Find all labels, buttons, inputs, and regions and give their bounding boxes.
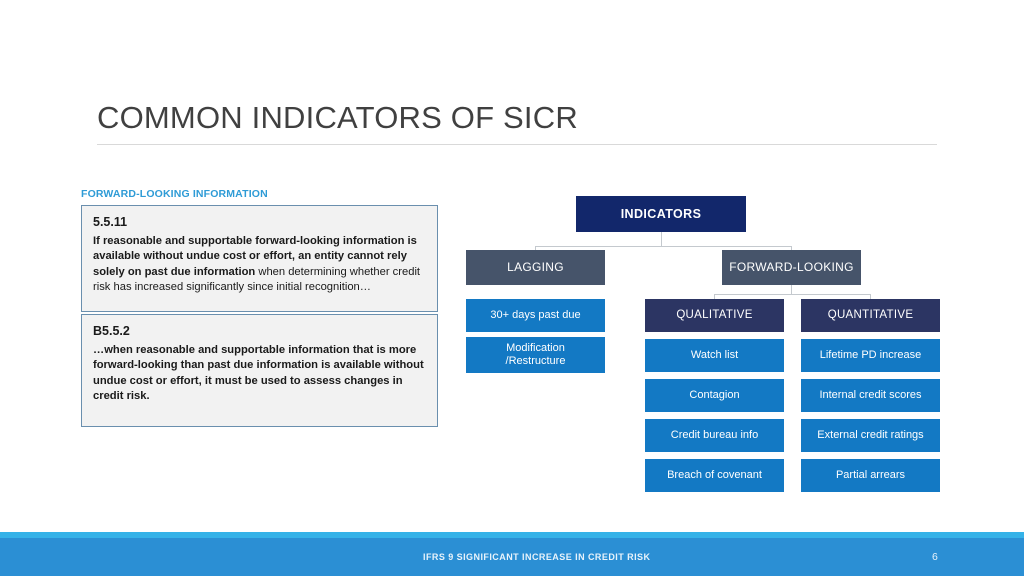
node-label: Watch list	[690, 349, 739, 362]
connector-root-down	[661, 232, 662, 246]
leaf-quantitative-2[interactable]: Internal credit scores	[801, 379, 940, 412]
node-label: QUANTITATIVE	[827, 308, 914, 321]
leaf-lagging-2[interactable]: Modification /Restructure	[466, 337, 605, 373]
node-lagging[interactable]: LAGGING	[466, 250, 605, 285]
quote-box-b5-5-2: B5.5.2 …when reasonable and supportable …	[81, 314, 438, 427]
leaf-qualitative-2[interactable]: Contagion	[645, 379, 784, 412]
quote-text-bold: …when reasonable and supportable informa…	[93, 344, 424, 403]
node-label: Internal credit scores	[819, 389, 922, 402]
quote-text: If reasonable and supportable forward-lo…	[93, 234, 426, 296]
leaf-qualitative-4[interactable]: Breach of covenant	[645, 459, 784, 492]
node-label: 30+ days past due	[490, 309, 581, 322]
node-label: INDICATORS	[620, 206, 702, 221]
node-label: FORWARD-LOOKING	[729, 260, 854, 275]
quote-reference: B5.5.2	[93, 324, 130, 338]
leaf-quantitative-3[interactable]: External credit ratings	[801, 419, 940, 452]
node-label: Lifetime PD increase	[819, 349, 922, 362]
node-qualitative[interactable]: QUALITATIVE	[645, 299, 784, 332]
node-label: Breach of covenant	[667, 469, 762, 482]
leaf-lagging-1[interactable]: 30+ days past due	[466, 299, 605, 332]
leaf-qualitative-3[interactable]: Credit bureau info	[645, 419, 784, 452]
node-label: Modification /Restructure	[505, 342, 566, 367]
quote-box-5-5-11: 5.5.11 If reasonable and supportable for…	[81, 205, 438, 312]
node-label: External credit ratings	[817, 429, 924, 442]
node-label: Credit bureau info	[670, 429, 759, 442]
section-label: FORWARD-LOOKING INFORMATION	[81, 188, 268, 200]
slide-canvas: COMMON INDICATORS OF SICR FORWARD-LOOKIN…	[0, 0, 1024, 576]
connector-forward-horizontal	[714, 294, 870, 295]
connector-root-horizontal	[535, 246, 792, 247]
footer-title: IFRS 9 SIGNIFICANT INCREASE IN CREDIT RI…	[423, 552, 651, 562]
leaf-quantitative-4[interactable]: Partial arrears	[801, 459, 940, 492]
leaf-quantitative-1[interactable]: Lifetime PD increase	[801, 339, 940, 372]
node-quantitative[interactable]: QUANTITATIVE	[801, 299, 940, 332]
quote-reference: 5.5.11	[93, 215, 128, 229]
node-label: Contagion	[689, 389, 740, 402]
connector-forward-down	[791, 285, 792, 294]
node-label: QUALITATIVE	[676, 308, 753, 321]
title-divider	[97, 144, 937, 145]
node-label: Partial arrears	[835, 469, 906, 482]
node-indicators[interactable]: INDICATORS	[576, 196, 746, 232]
page-number: 6	[932, 551, 938, 563]
node-label: LAGGING	[507, 260, 564, 275]
leaf-qualitative-1[interactable]: Watch list	[645, 339, 784, 372]
page-title: COMMON INDICATORS OF SICR	[97, 100, 578, 135]
node-forward-looking[interactable]: FORWARD-LOOKING	[722, 250, 861, 285]
quote-text: …when reasonable and supportable informa…	[93, 343, 426, 405]
